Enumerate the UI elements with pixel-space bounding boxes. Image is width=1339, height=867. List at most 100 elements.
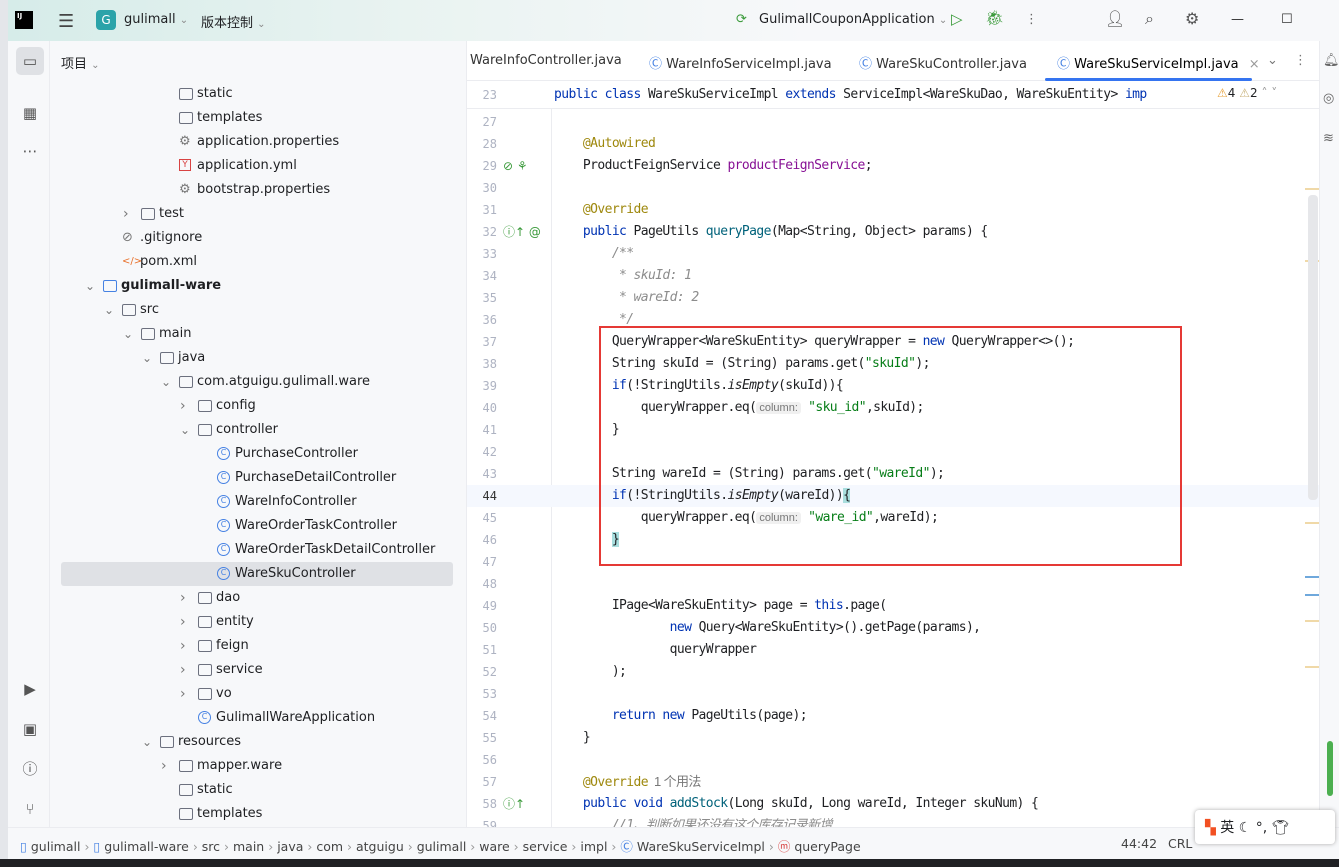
tree-item[interactable]: ⌄ java — [61, 346, 453, 370]
ime-toolbar[interactable]: ▚ 英 ☾ °, 👕︎ — [1195, 810, 1335, 844]
tree-item[interactable]: ⌄ main — [61, 322, 453, 346]
chevron-right-icon[interactable]: › — [180, 586, 186, 610]
tree-item[interactable]: › feign — [61, 634, 453, 658]
code-line[interactable]: 27 — [467, 111, 1319, 133]
inspection-widget[interactable]: ⚠4 ⚠2 ˄ ˅ — [1217, 86, 1278, 100]
chevron-right-icon[interactable]: › — [161, 754, 167, 778]
tab-wareinfoserviceimpl[interactable]: Ⓒ WareInfoServiceImpl.java — [649, 53, 832, 72]
chevron-right-icon[interactable]: › — [180, 682, 186, 706]
code-line[interactable]: 51 queryWrapper — [467, 639, 1319, 661]
tree-item[interactable]: ⚙ bootstrap.properties — [61, 178, 453, 202]
editor-scrollbar[interactable] — [1308, 195, 1318, 500]
chevron-down-icon[interactable]: ⌄ — [85, 274, 95, 298]
chevron-down-icon[interactable]: ⌄ — [123, 322, 133, 346]
breadcrumb-item[interactable]: main — [233, 839, 264, 854]
code-line[interactable]: 54 return new PageUtils(page); — [467, 705, 1319, 727]
tree-item[interactable]: ⌄ controller — [61, 418, 453, 442]
chevron-right-icon[interactable]: › — [180, 658, 186, 682]
code-line[interactable]: 29 ProductFeignService productFeignServi… — [467, 155, 1319, 177]
debug-icon[interactable]: 🐞︎ — [985, 9, 1004, 27]
breadcrumb-item[interactable]: ware — [479, 839, 509, 854]
more-tools-icon[interactable]: ⋯ — [16, 137, 44, 165]
git-icon[interactable]: ⑂ — [16, 795, 44, 823]
breadcrumb-item[interactable]: gulimall — [417, 839, 467, 854]
code-line[interactable]: 56 — [467, 749, 1319, 771]
chevron-down-icon[interactable]: ⌄ — [104, 298, 114, 322]
code-line[interactable]: 55 } — [467, 727, 1319, 749]
tree-item[interactable]: templates — [61, 106, 453, 130]
tree-item[interactable]: C WareOrderTaskController — [61, 514, 453, 538]
chevron-down-icon[interactable]: ⌄ — [142, 346, 152, 370]
settings-icon[interactable]: ⚙ — [1185, 9, 1199, 28]
run-icon[interactable]: ▷ — [951, 10, 963, 28]
code-line[interactable]: 28 @Autowired — [467, 133, 1319, 155]
code-line[interactable]: 50 new Query<WareSkuEntity>().getPage(pa… — [467, 617, 1319, 639]
code-line[interactable]: 31 @Override — [467, 199, 1319, 221]
code-line[interactable]: 52 ); — [467, 661, 1319, 683]
tree-item[interactable]: </> pom.xml — [61, 250, 453, 274]
line-separator[interactable]: CRL — [1168, 836, 1192, 851]
breadcrumb-item[interactable]: src — [202, 839, 220, 854]
prev-highlight-icon[interactable]: ˄ — [1261, 86, 1267, 100]
chevron-right-icon[interactable]: › — [123, 202, 129, 226]
code-line[interactable]: 53 — [467, 683, 1319, 705]
tree-item[interactable]: templates — [61, 802, 453, 826]
tree-item[interactable]: Yapplication.yml — [61, 154, 453, 178]
minimize-button[interactable]: — — [1231, 12, 1244, 27]
tree-item[interactable]: ⊘ .gitignore — [61, 226, 453, 250]
tab-wareskucontroller[interactable]: Ⓒ WareSkuController.java — [859, 53, 1027, 72]
tree-item[interactable]: › test — [61, 202, 453, 226]
tree-item[interactable]: C WareInfoController — [61, 490, 453, 514]
chevron-down-icon[interactable]: ⌄ — [180, 418, 190, 442]
tree-item[interactable]: ⌄ com.atguigu.gulimall.ware — [61, 370, 453, 394]
vcs-menu[interactable]: 版本控制 ⌄ — [201, 12, 266, 31]
maximize-button[interactable]: ☐ — [1281, 12, 1293, 27]
tab-wareinfocontroller[interactable]: WareInfoController.java — [470, 53, 622, 68]
code-line[interactable]: 57 @Override 1 个用法 — [467, 771, 1319, 793]
tree-item[interactable]: › mapper.ware — [61, 754, 453, 778]
code-line[interactable]: 33 /** — [467, 243, 1319, 265]
breadcrumb-item[interactable]: java — [277, 839, 303, 854]
terminal-icon[interactable]: ▣ — [16, 715, 44, 743]
tree-item[interactable]: ⌄ gulimall-ware — [61, 274, 453, 298]
code-line[interactable]: 34 * skuId: 1 — [467, 265, 1319, 287]
tree-item[interactable]: ⌄ src — [61, 298, 453, 322]
chevron-down-icon[interactable]: ⌄ — [161, 370, 171, 394]
breadcrumb-item[interactable]: impl — [580, 839, 607, 854]
notifications-icon[interactable]: 🔔︎ — [1323, 53, 1339, 68]
breadcrumb-item[interactable]: gulimall-ware — [104, 839, 189, 854]
more-icon[interactable]: ⋮ — [1025, 12, 1038, 27]
close-tab-icon[interactable]: × — [1249, 57, 1260, 72]
project-selector[interactable]: gulimall ⌄ — [124, 12, 188, 27]
run-config-selector[interactable]: GulimallCouponApplication ⌄ — [759, 12, 947, 27]
services-icon[interactable]: ▶ — [16, 675, 44, 703]
tree-item[interactable]: C PurchaseDetailController — [61, 466, 453, 490]
next-highlight-icon[interactable]: ˅ — [1271, 86, 1277, 100]
tree-item[interactable]: › vo — [61, 682, 453, 706]
project-tool-icon[interactable]: ▭ — [16, 47, 44, 75]
implements-gutter-icon[interactable]: ⓘ↑ — [503, 793, 525, 815]
code-line[interactable]: 48 — [467, 573, 1319, 595]
tree-item[interactable]: › config — [61, 394, 453, 418]
bean-gutter-icon[interactable]: ⊘ ⚘ — [503, 155, 528, 177]
tree-item[interactable]: › service — [61, 658, 453, 682]
tree-item[interactable]: C WareSkuController — [61, 562, 453, 586]
tree-item[interactable]: C PurchaseController — [61, 442, 453, 466]
code-line[interactable]: 58 public void addStock(Long skuId, Long… — [467, 793, 1319, 815]
tab-more-icon[interactable]: ⋮ — [1294, 53, 1307, 68]
breadcrumb-item[interactable]: gulimall — [31, 839, 81, 854]
tree-item[interactable]: static — [61, 778, 453, 802]
main-menu-icon[interactable]: ☰ — [58, 11, 74, 32]
breadcrumb-item[interactable]: service — [523, 839, 568, 854]
tree-item[interactable]: ⚙ application.properties — [61, 130, 453, 154]
code-line[interactable]: 49 IPage<WareSkuEntity> page = this.page… — [467, 595, 1319, 617]
project-panel-header[interactable]: 项目 ⌄ — [61, 53, 100, 72]
add-user-icon[interactable]: 👤︎ — [1105, 9, 1125, 28]
tree-item[interactable]: C WareOrderTaskDetailController — [61, 538, 453, 562]
tree-item[interactable]: › entity — [61, 610, 453, 634]
ai-assistant-icon[interactable]: ◎ — [1323, 91, 1334, 106]
search-icon[interactable]: ⌕ — [1145, 9, 1154, 29]
chevron-right-icon[interactable]: › — [180, 394, 186, 418]
chevron-right-icon[interactable]: › — [180, 634, 186, 658]
breadcrumb-item[interactable]: queryPage — [794, 839, 860, 854]
